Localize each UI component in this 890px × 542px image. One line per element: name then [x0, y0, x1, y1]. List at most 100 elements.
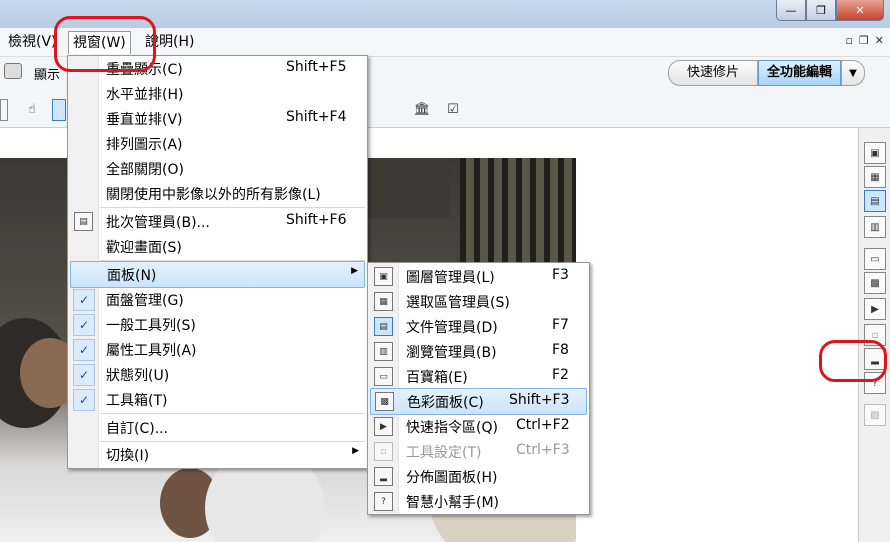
tool-settings-icon: ▫ — [374, 442, 393, 461]
extra-panel-icon[interactable]: ▨ — [864, 404, 886, 426]
selection-manager-icon: ▦ — [374, 292, 393, 311]
submenu-item-layer-manager[interactable]: ▣ 圖層管理員(L) F3 — [370, 264, 587, 289]
menu-item-label: 排列圖示(A) — [106, 137, 183, 153]
panels-submenu: ▣ 圖層管理員(L) F3 ▦ 選取區管理員(S) ▤ 文件管理員(D) F7 … — [367, 262, 590, 515]
menu-item-tile-horizontal[interactable]: 水平並排(H) — [70, 81, 365, 106]
display-label: 顯示 — [34, 68, 61, 83]
color-panel-icon: ▩ — [375, 392, 394, 411]
submenu-arrow-icon: ▶ — [352, 446, 359, 456]
menu-item-toolbox[interactable]: ✓ 工具箱(T) — [70, 387, 365, 412]
menu-item-panels[interactable]: 面板(N) ▶ — [70, 261, 365, 288]
restore-button[interactable]: ❐ — [806, 0, 836, 21]
check-icon: ✓ — [73, 339, 95, 361]
submenu-item-browse-manager[interactable]: ▥ 瀏覽管理員(B) F8 — [370, 339, 587, 364]
menu-item-label: 一般工具列(S) — [106, 318, 196, 334]
check-icon: ✓ — [73, 389, 95, 411]
submenu-arrow-icon: ▶ — [351, 266, 358, 276]
document-panel-icon[interactable]: ▤ — [864, 190, 886, 212]
full-edit-button[interactable]: 全功能編輯 — [758, 60, 842, 86]
bank-icon[interactable]: 🏛 — [412, 99, 432, 119]
menu-item-label: 屬性工具列(A) — [106, 343, 197, 359]
check-icon: ✓ — [73, 364, 95, 386]
selection-panel-icon[interactable]: ▦ — [864, 166, 886, 188]
batch-manager-icon: ▤ — [74, 212, 93, 231]
document-window-controls: ▫ ❐ ✕ — [845, 34, 884, 47]
menu-item-shortcut: F2 — [552, 367, 569, 383]
submenu-item-tool-settings: ▫ 工具設定(T) Ctrl+F3 — [370, 439, 587, 464]
menu-item-close-all[interactable]: 全部關閉(O) — [70, 156, 365, 181]
submenu-item-easypalette[interactable]: ▭ 百寶箱(E) F2 — [370, 364, 587, 389]
submenu-item-quick-command[interactable]: ▶ 快速指令區(Q) Ctrl+F2 — [370, 414, 587, 439]
color-panel-icon[interactable]: ▩ — [864, 272, 886, 294]
menu-item-shortcut: Shift+F3 — [509, 392, 570, 408]
menu-item-shortcut: F3 — [552, 267, 569, 283]
menu-item-label: 百寶箱(E) — [406, 370, 468, 386]
submenu-item-document-manager[interactable]: ▤ 文件管理員(D) F7 — [370, 314, 587, 339]
quick-command-panel-icon[interactable]: ▶ — [864, 298, 886, 320]
check-box-icon[interactable]: ☑ — [443, 99, 463, 119]
browser-panel-icon[interactable]: ▥ — [864, 216, 886, 238]
menu-item-shortcut: F8 — [552, 342, 569, 358]
zoom-tool-icon[interactable] — [52, 99, 66, 121]
menu-item-switch[interactable]: 切換(I) ▶ — [70, 442, 365, 467]
menu-item-label: 自訂(C)... — [106, 421, 169, 437]
menu-view[interactable]: 檢視(V) — [4, 31, 61, 53]
menu-item-label: 智慧小幫手(M) — [406, 495, 500, 511]
quick-command-icon: ▶ — [374, 417, 393, 436]
hand-tool-icon[interactable]: ☝ — [22, 99, 42, 119]
quick-fix-button[interactable]: 快速修片 — [668, 60, 759, 86]
menu-item-label: 工具設定(T) — [406, 445, 482, 461]
menu-separator — [100, 207, 365, 208]
menu-item-batch-manager[interactable]: ▤ 批次管理員(B)... Shift+F6 — [70, 209, 365, 234]
menu-item-label: 瀏覽管理員(B) — [406, 345, 497, 361]
annotation-histogram-icon — [819, 340, 887, 382]
menu-item-tile-vertical[interactable]: 垂直並排(V) Shift+F4 — [70, 106, 365, 131]
histogram-icon: ▂ — [374, 467, 393, 486]
menu-item-label: 切換(I) — [106, 448, 150, 464]
edit-mode-switch: 快速修片 全功能編輯 ▼ — [668, 60, 866, 86]
menu-item-panel-manager[interactable]: ✓ 面盤管理(G) — [70, 287, 365, 312]
menu-separator — [100, 413, 365, 414]
mode-dropdown-icon[interactable]: ▼ — [841, 60, 866, 86]
menu-item-welcome[interactable]: 歡迎畫面(S) — [70, 234, 365, 259]
submenu-item-color-panel[interactable]: ▩ 色彩面板(C) Shift+F3 — [370, 388, 587, 415]
tool-edge-icon[interactable] — [0, 99, 8, 121]
menu-item-label: 文件管理員(D) — [406, 320, 498, 336]
menu-item-label: 狀態列(U) — [106, 368, 170, 384]
submenu-item-smart-guide[interactable]: ? 智慧小幫手(M) — [370, 489, 587, 514]
menu-item-shortcut: Shift+F5 — [286, 59, 347, 75]
menu-item-shortcut: Ctrl+F2 — [516, 417, 570, 433]
easypalette-icon: ▭ — [374, 367, 393, 386]
menu-item-shortcut: Shift+F4 — [286, 109, 347, 125]
menu-item-attribute-toolbar[interactable]: ✓ 屬性工具列(A) — [70, 337, 365, 362]
display-icon[interactable] — [4, 63, 22, 79]
menu-item-label: 圖層管理員(L) — [406, 270, 495, 286]
menu-item-shortcut: Ctrl+F3 — [516, 442, 570, 458]
close-button[interactable]: ✕ — [836, 0, 884, 21]
smart-guide-icon: ? — [374, 492, 393, 511]
easypalette-panel-icon[interactable]: ▭ — [864, 248, 886, 270]
minimize-button[interactable]: — — [776, 0, 806, 21]
menu-item-label: 全部關閉(O) — [106, 162, 184, 178]
menu-item-arrange-icons[interactable]: 排列圖示(A) — [70, 131, 365, 156]
menu-item-close-others[interactable]: 關閉使用中影像以外的所有影像(L) — [70, 181, 365, 206]
menu-item-standard-toolbar[interactable]: ✓ 一般工具列(S) — [70, 312, 365, 337]
submenu-item-selection-manager[interactable]: ▦ 選取區管理員(S) — [370, 289, 587, 314]
menu-item-status-bar[interactable]: ✓ 狀態列(U) — [70, 362, 365, 387]
submenu-item-histogram[interactable]: ▂ 分佈圖面板(H) — [370, 464, 587, 489]
document-manager-icon: ▤ — [374, 317, 393, 336]
window-menu: 重疊顯示(C) Shift+F5 水平並排(H) 垂直並排(V) Shift+F… — [67, 55, 368, 469]
menu-item-customize[interactable]: 自訂(C)... — [70, 415, 365, 440]
check-icon: ✓ — [73, 314, 95, 336]
doc-minimize-button[interactable]: ▫ — [845, 34, 852, 47]
menu-item-label: 工具箱(T) — [106, 393, 168, 409]
menu-item-label: 選取區管理員(S) — [406, 295, 510, 311]
browse-manager-icon: ▥ — [374, 342, 393, 361]
doc-close-button[interactable]: ✕ — [875, 34, 884, 47]
annotation-window-menu — [54, 16, 156, 72]
window-controls: — ❐ ✕ — [776, 0, 884, 22]
menu-item-label: 關閉使用中影像以外的所有影像(L) — [106, 187, 321, 203]
menu-item-label: 批次管理員(B)... — [106, 215, 210, 231]
layers-panel-icon[interactable]: ▣ — [864, 142, 886, 164]
doc-restore-button[interactable]: ❐ — [859, 34, 869, 47]
